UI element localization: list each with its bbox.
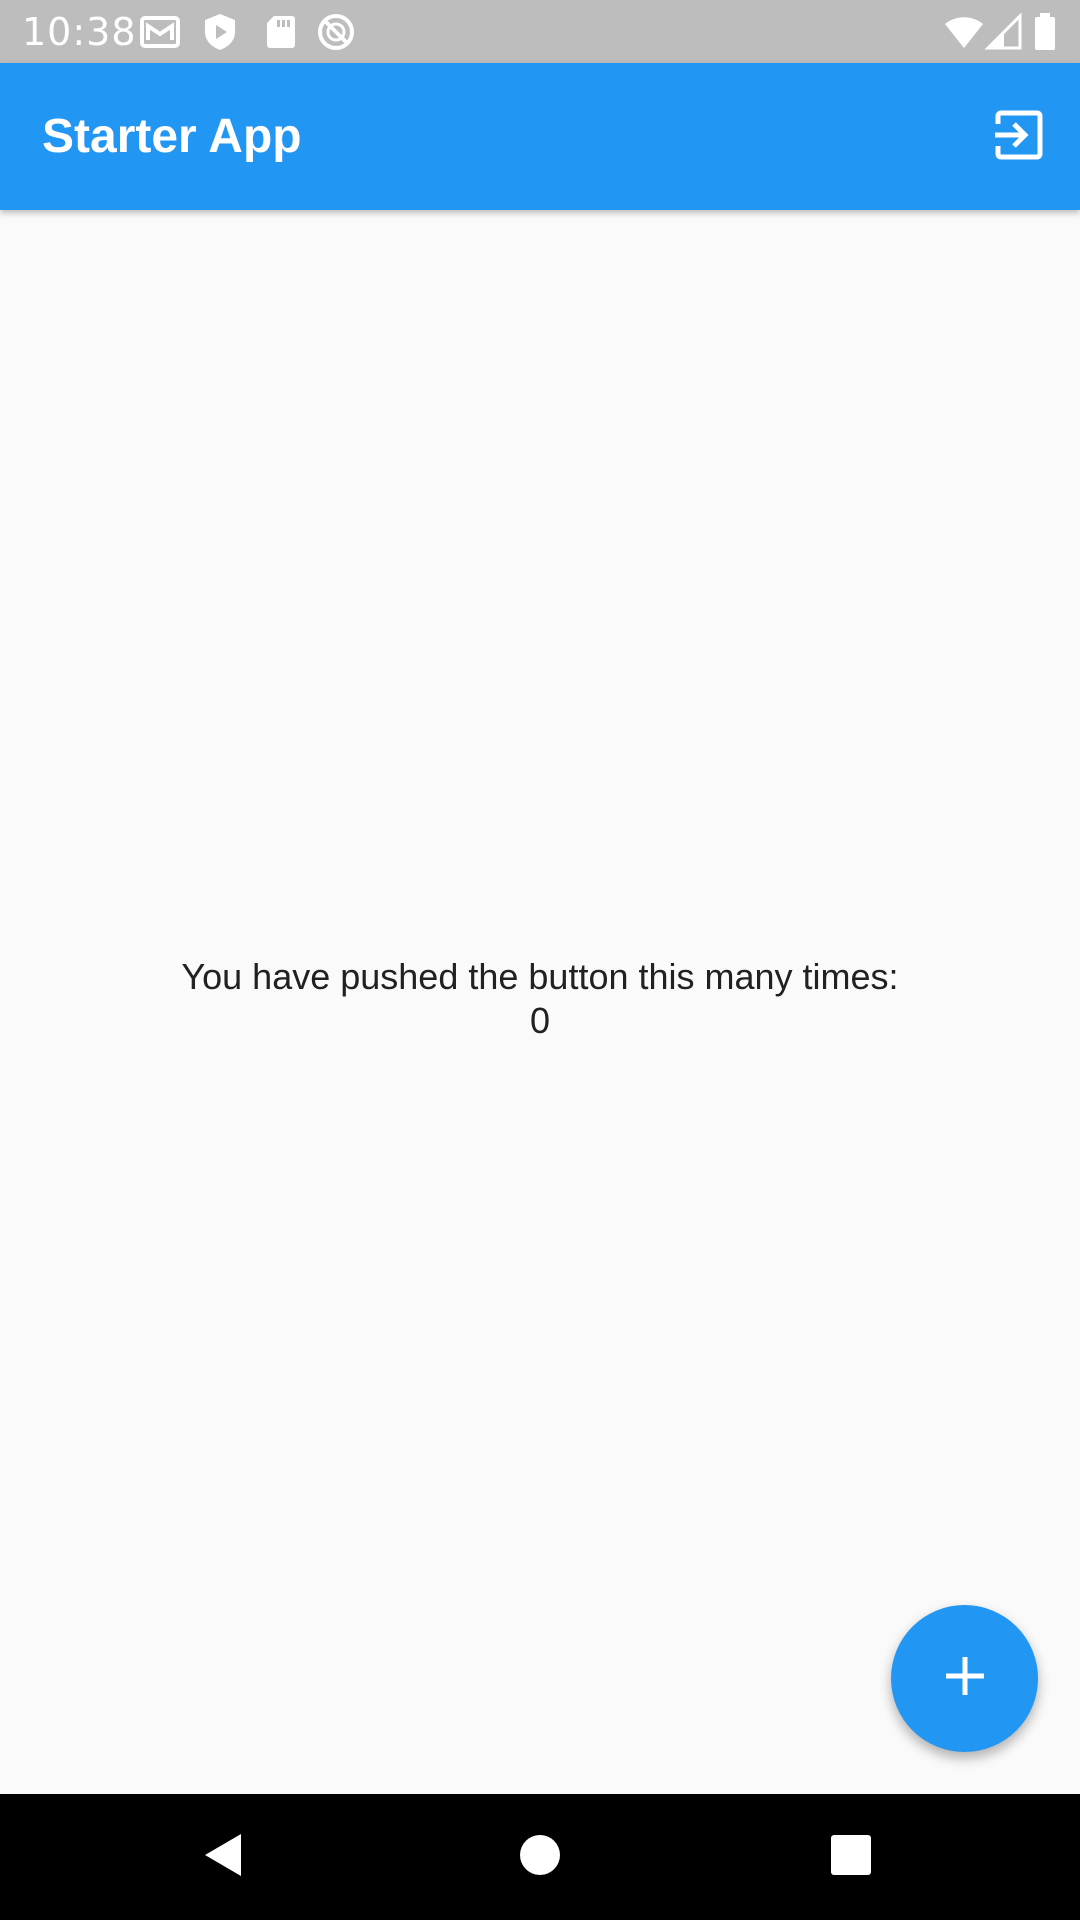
app-title: Starter App	[42, 110, 302, 163]
add-icon	[942, 1653, 988, 1704]
counter-label: You have pushed the button this many tim…	[181, 956, 899, 997]
system-nav-bar	[0, 1794, 1080, 1920]
status-time: 10:38	[22, 10, 137, 54]
home-icon	[515, 1830, 565, 1885]
exit-to-app-icon	[992, 108, 1046, 167]
app-screen: 10:38 Starter App You have pushed the bu…	[0, 0, 1080, 1920]
battery-icon	[1030, 12, 1060, 52]
cell-signal-icon	[984, 12, 1024, 52]
sd-card-icon	[260, 12, 300, 52]
shield-play-icon	[200, 12, 240, 52]
counter-value: 0	[529, 1000, 551, 1041]
gmail-icon	[140, 12, 180, 52]
do-not-disturb-icon	[316, 12, 356, 52]
status-bar: 10:38	[0, 0, 1080, 63]
nav-back-button[interactable]	[191, 1824, 257, 1890]
logout-button[interactable]	[980, 98, 1058, 176]
nav-home-button[interactable]	[507, 1824, 573, 1890]
recents-icon	[826, 1830, 876, 1885]
increment-button[interactable]	[891, 1605, 1038, 1752]
wifi-icon	[944, 12, 984, 52]
back-icon	[199, 1830, 249, 1885]
app-bar: Starter App	[0, 63, 1080, 210]
counter-block: You have pushed the button this many tim…	[0, 955, 1080, 1043]
nav-recents-button[interactable]	[818, 1824, 884, 1890]
